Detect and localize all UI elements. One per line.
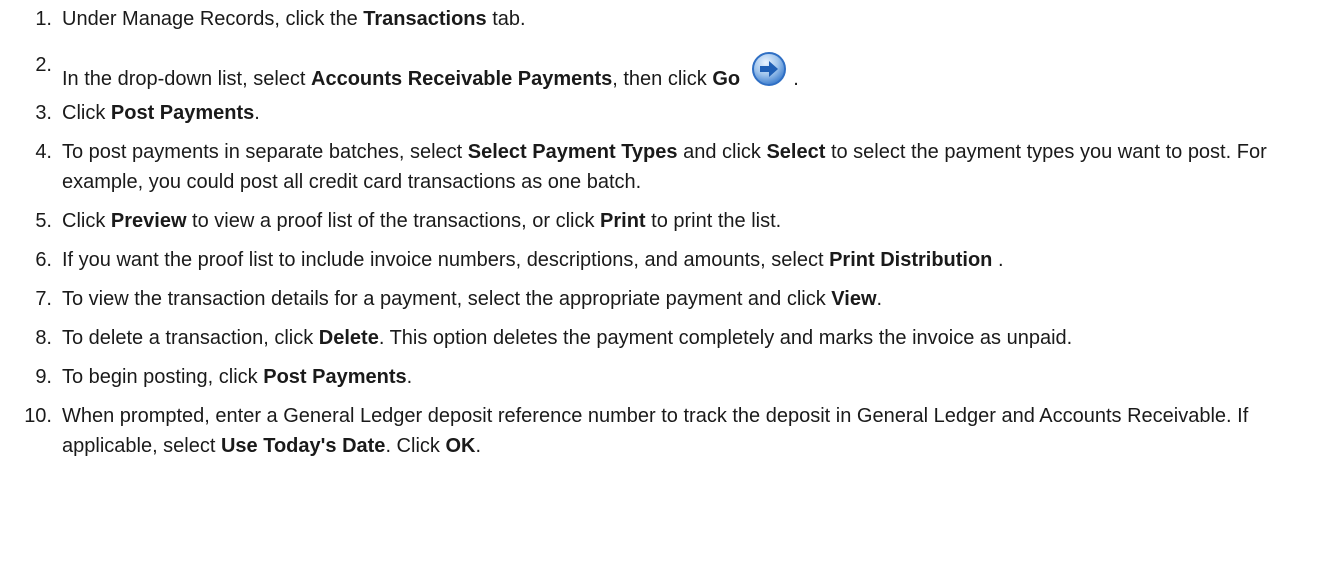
instruction-steps: 1. Under Manage Records, click the Trans…	[0, 4, 1320, 461]
step-3: 3. Click Post Payments.	[0, 98, 1320, 128]
step-number: 2.	[35, 54, 52, 76]
step-8: 8. To delete a transaction, click Delete…	[0, 323, 1320, 353]
step-2: 2. In the drop-down list, select Account…	[0, 50, 1320, 94]
step-number: 1.	[35, 8, 52, 30]
step-10: 10. When prompted, enter a General Ledge…	[0, 401, 1320, 461]
step-6: 6. If you want the proof list to include…	[0, 245, 1320, 275]
step-number: 5.	[35, 210, 52, 232]
go-arrow-icon	[751, 52, 786, 86]
step-4: 4. To post payments in separate batches,…	[0, 137, 1320, 197]
step-7: 7. To view the transaction details for a…	[0, 284, 1320, 314]
step-1: 1. Under Manage Records, click the Trans…	[0, 4, 1320, 34]
step-number: 4.	[35, 141, 52, 163]
step-number: 9.	[35, 366, 52, 388]
step-number: 10.	[24, 405, 52, 427]
ar-payments-ref: Accounts Receivable Payments	[311, 68, 613, 90]
step-number: 3.	[35, 102, 52, 124]
step-number: 7.	[35, 288, 52, 310]
go-ref: Go	[712, 68, 741, 90]
step-number: 8.	[35, 327, 52, 349]
step-5: 5. Click Preview to view a proof list of…	[0, 206, 1320, 236]
transactions-tab-ref: Transactions	[363, 8, 487, 30]
step-number: 6.	[35, 249, 52, 271]
step-9: 9. To begin posting, click Post Payments…	[0, 362, 1320, 392]
